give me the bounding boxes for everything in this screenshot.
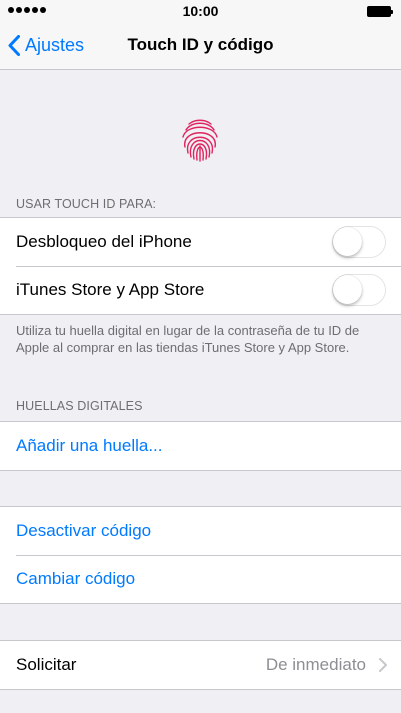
turn-off-passcode-button[interactable]: Desactivar código [0, 507, 401, 555]
require-passcode-value: De inmediato [265, 655, 366, 674]
fingerprints-section-header: HUELLAS DIGITALES [16, 399, 143, 413]
require-passcode-row[interactable]: Solicitar De inmediato [0, 641, 401, 689]
passcode-group: Desactivar código Cambiar código [0, 506, 401, 604]
change-passcode-button[interactable]: Cambiar código [0, 555, 401, 603]
unlock-iphone-toggle[interactable] [332, 226, 386, 258]
unlock-iphone-row: Desbloqueo del iPhone [0, 218, 401, 266]
status-bar: 10:00 [0, 0, 401, 22]
touch-id-group: Desbloqueo del iPhone iTunes Store y App… [0, 217, 401, 315]
navigation-bar: Ajustes Touch ID y código [0, 22, 401, 70]
fingerprint-icon [182, 119, 218, 162]
itunes-app-store-toggle[interactable] [332, 274, 386, 306]
touch-id-section-header: USAR TOUCH ID PARA: [16, 197, 157, 211]
status-time: 10:00 [182, 3, 219, 19]
battery-icon [367, 6, 394, 17]
chevron-right-icon [379, 658, 387, 672]
itunes-app-store-row: iTunes Store y App Store [0, 266, 401, 314]
page-title: Touch ID y código [127, 35, 274, 54]
add-fingerprint-button[interactable]: Añadir una huella... [0, 422, 401, 470]
unlock-iphone-label: Desbloqueo del iPhone [16, 232, 192, 251]
require-passcode-group: Solicitar De inmediato [0, 640, 401, 690]
require-passcode-label: Solicitar [16, 655, 77, 674]
fingerprints-group: Añadir una huella... [0, 421, 401, 471]
itunes-app-store-label: iTunes Store y App Store [16, 280, 205, 299]
touch-id-footer: Utiliza tu huella digital en lugar de la… [16, 323, 360, 355]
